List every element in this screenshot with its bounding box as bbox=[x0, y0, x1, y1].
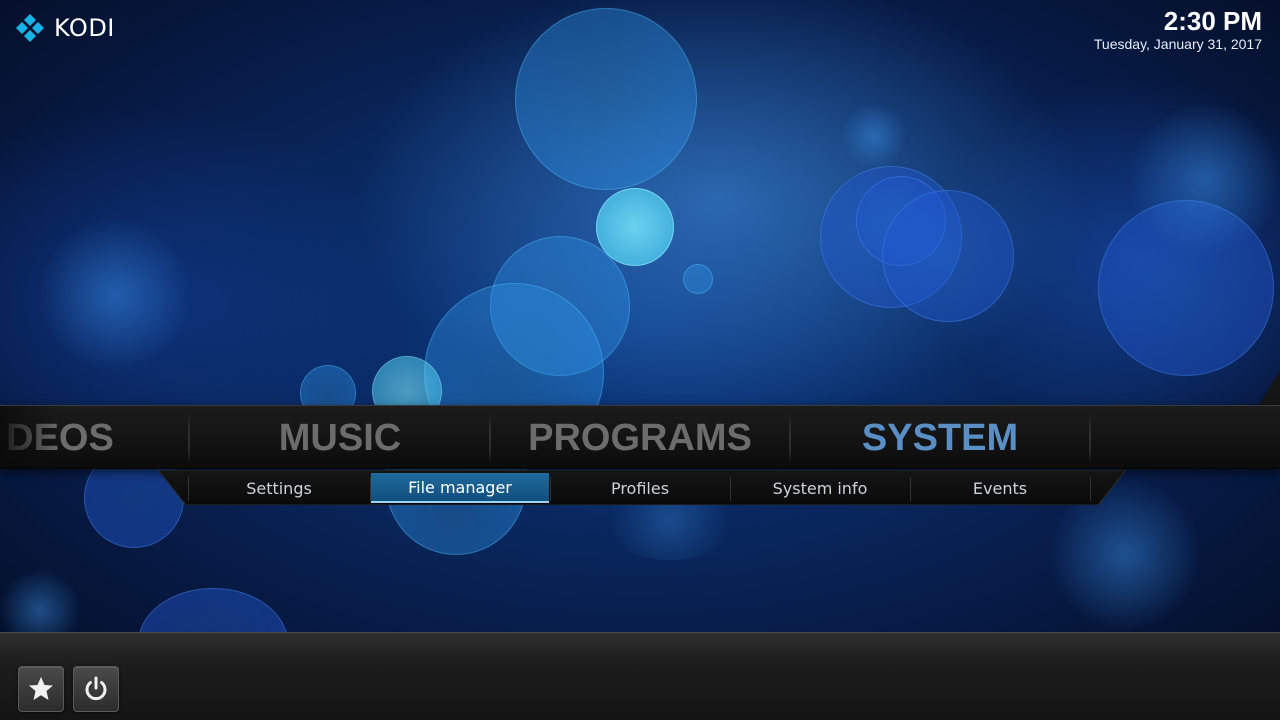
kodi-logo-icon bbox=[16, 14, 44, 42]
sub-menu-item-events[interactable]: Events bbox=[911, 473, 1089, 503]
main-menu-separator bbox=[1089, 414, 1091, 464]
bottom-bar bbox=[0, 632, 1280, 720]
clock: 2:30 PM Tuesday, January 31, 2017 bbox=[1094, 6, 1262, 52]
background-wallpaper bbox=[0, 0, 1280, 720]
clock-time: 2:30 PM bbox=[1163, 6, 1262, 36]
kodi-logo: KODI bbox=[14, 12, 115, 44]
main-menu-item-system[interactable]: SYSTEM bbox=[790, 406, 1090, 468]
menu-edge-notch bbox=[1256, 370, 1280, 410]
favourites-button[interactable] bbox=[18, 666, 64, 712]
star-icon bbox=[29, 677, 53, 700]
sub-menu-separator bbox=[1090, 477, 1091, 501]
bokeh-circle bbox=[515, 8, 697, 190]
bokeh-circle bbox=[882, 190, 1014, 322]
power-button[interactable] bbox=[73, 666, 119, 712]
bokeh-circle bbox=[683, 264, 713, 294]
sub-menu-item-file-manager[interactable]: File manager bbox=[371, 473, 549, 503]
sub-menu-item-system-info[interactable]: System info bbox=[731, 473, 909, 503]
main-menu: DEOS MUSIC PROGRAMS SYSTEM bbox=[0, 405, 1280, 469]
sub-menu: Settings File manager Profiles System in… bbox=[158, 470, 1126, 505]
sub-menu-item-profiles[interactable]: Profiles bbox=[551, 473, 729, 503]
clock-date: Tuesday, January 31, 2017 bbox=[1093, 36, 1262, 52]
bokeh-circle bbox=[1130, 104, 1280, 254]
sub-menu-item-settings[interactable]: Settings bbox=[190, 473, 368, 503]
power-icon bbox=[85, 676, 107, 701]
menu-fade-left bbox=[0, 406, 60, 468]
main-menu-item-music[interactable]: MUSIC bbox=[190, 406, 490, 468]
sub-menu-separator bbox=[188, 477, 189, 501]
bokeh-circle bbox=[40, 220, 190, 370]
app-title: KODI bbox=[54, 14, 115, 42]
bokeh-circle bbox=[842, 104, 906, 168]
main-menu-item-programs[interactable]: PROGRAMS bbox=[490, 406, 790, 468]
